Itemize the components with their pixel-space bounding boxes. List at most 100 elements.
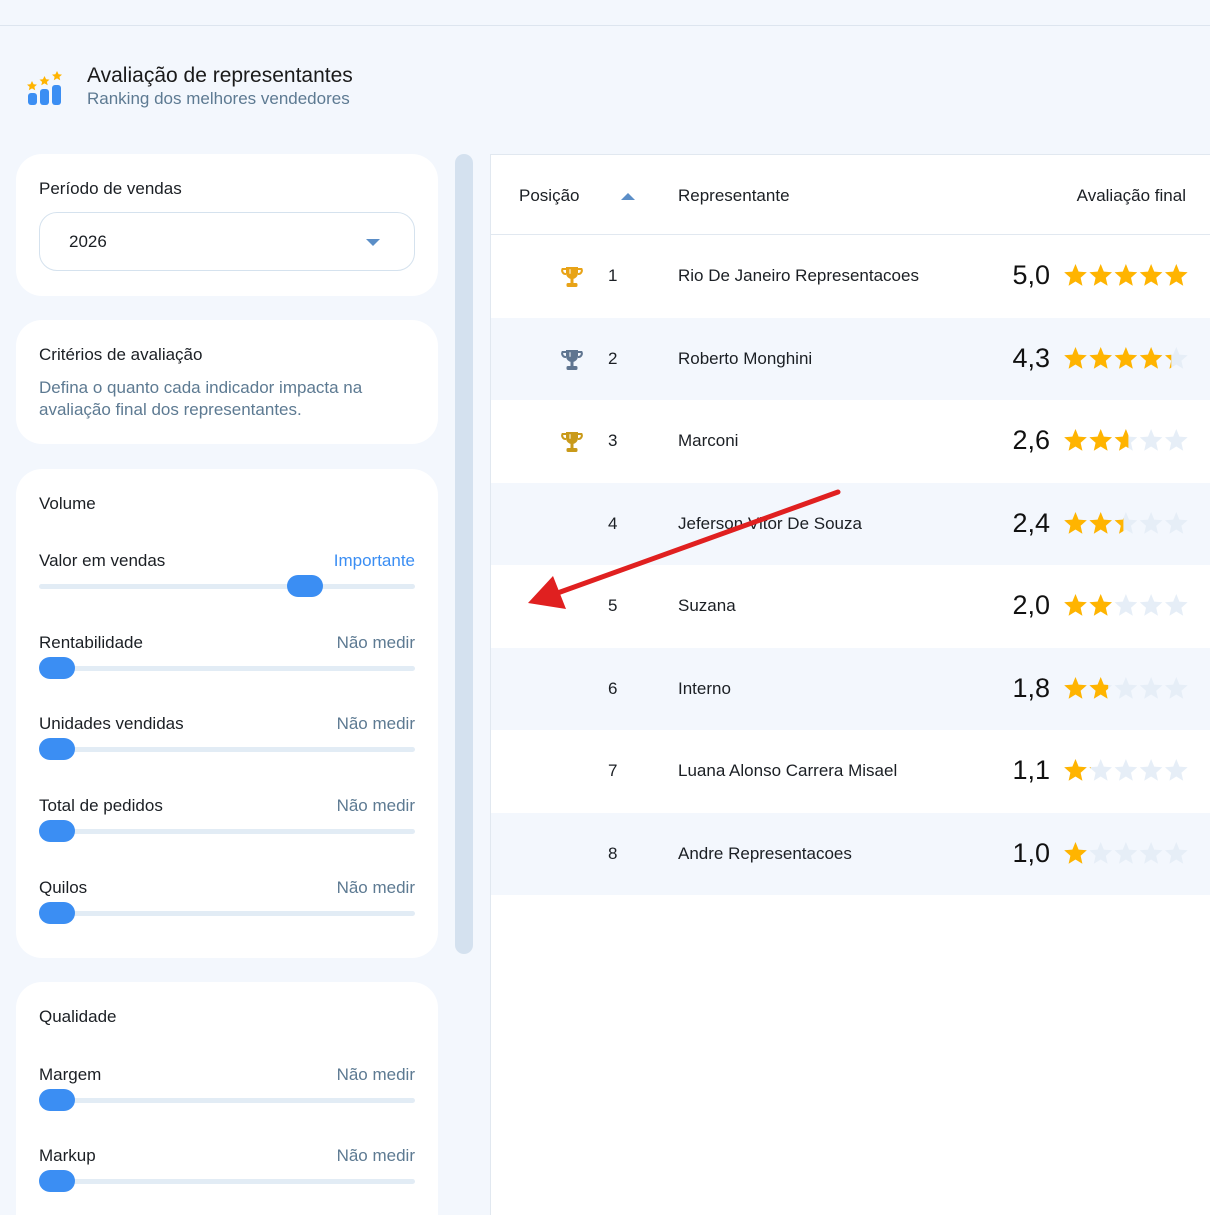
criterion-markup: Markup Não medir: [39, 1146, 415, 1192]
table-row[interactable]: 2 Roberto Monghini 4,3: [491, 317, 1210, 400]
star-icon: [1165, 594, 1188, 616]
table-row[interactable]: 8 Andre Representacoes 1,0: [491, 812, 1210, 895]
criterion-label: Total de pedidos: [39, 796, 163, 815]
star-icon: [1165, 511, 1188, 534]
slider-handle[interactable]: [39, 1089, 75, 1111]
slider-track[interactable]: [39, 666, 415, 671]
star-icon: [1089, 594, 1112, 616]
criterion-weight: Não medir: [336, 714, 415, 733]
row-position: 8: [608, 843, 618, 863]
star-icon: [1139, 841, 1163, 864]
period-label: Período de vendas: [39, 179, 182, 198]
criterion-weight: Não medir: [336, 1065, 415, 1084]
quality-card: Qualidade Margem Não medir Markup Não me…: [16, 982, 438, 1215]
star-icon: [1165, 759, 1188, 781]
star-icon: [1089, 676, 1112, 699]
ranking-stars-icon: [26, 65, 66, 109]
table-row[interactable]: 1 Rio De Janeiro Representacoes 5,0: [491, 235, 1210, 318]
criterion-label: Rentabilidade: [39, 633, 143, 652]
slider-handle[interactable]: [39, 1170, 75, 1192]
criterion-quilos: Quilos Não medir: [39, 878, 415, 924]
trophy-icon: [559, 429, 585, 455]
slider-handle[interactable]: [39, 657, 75, 679]
star-icon: [1139, 594, 1163, 616]
criterion-weight: Não medir: [336, 633, 415, 652]
star-icon: [1089, 346, 1112, 369]
row-position: 7: [608, 761, 618, 780]
star-icon: [1064, 346, 1087, 369]
slider-handle[interactable]: [39, 738, 75, 760]
criterion-valor-em-vendas: Valor em vendas Importante: [39, 551, 415, 597]
trophy-icon: [559, 347, 585, 373]
table-row[interactable]: 6 Interno 1,8: [491, 647, 1210, 730]
star-rating: [1064, 676, 1188, 699]
slider-track[interactable]: [39, 1098, 415, 1103]
slider-handle[interactable]: [39, 902, 75, 924]
quality-title: Qualidade: [39, 1007, 117, 1026]
star-rating: [1064, 594, 1188, 616]
column-header-rating[interactable]: Avaliação final: [1077, 186, 1186, 206]
row-representative-name: Suzana: [678, 596, 736, 615]
criterion-weight: Importante: [333, 551, 415, 570]
row-score: 2,6: [1012, 425, 1050, 455]
star-rating: [1064, 759, 1188, 781]
top-bar: [0, 0, 1210, 26]
criteria-title: Critérios de avaliação: [39, 345, 203, 364]
slider-handle[interactable]: [39, 820, 75, 842]
slider-track[interactable]: [39, 1179, 415, 1184]
star-icon: [1114, 346, 1138, 369]
row-score: 1,1: [1012, 755, 1050, 785]
star-icon: [1165, 346, 1188, 369]
row-position: 6: [608, 678, 618, 698]
period-value: 2026: [69, 231, 107, 251]
slider-handle[interactable]: [287, 575, 324, 597]
star-icon: [1064, 594, 1087, 616]
star-rating: [1064, 511, 1188, 534]
slider-track[interactable]: [39, 911, 415, 916]
table-row[interactable]: 7 Luana Alonso Carrera Misael 1,1: [491, 730, 1210, 813]
row-score: 1,8: [1012, 672, 1050, 703]
star-icon: [1165, 841, 1188, 864]
row-representative-name: Luana Alonso Carrera Misael: [678, 761, 898, 780]
period-select[interactable]: 2026: [39, 212, 415, 271]
star-rating: [1064, 841, 1188, 864]
slider-track[interactable]: [39, 747, 415, 752]
star-icon: [1064, 841, 1087, 864]
criterion-rentabilidade: Rentabilidade Não medir: [39, 633, 415, 679]
criterion-total-de-pedidos: Total de pedidos Não medir: [39, 796, 415, 842]
row-position: 4: [608, 513, 618, 533]
row-position: 1: [608, 266, 618, 285]
row-representative-name: Roberto Monghini: [678, 348, 813, 368]
table-row[interactable]: 5 Suzana 2,0: [491, 565, 1210, 648]
table-body: 1 Rio De Janeiro Representacoes 5,0 2 Rober…: [491, 235, 1210, 895]
chevron-down-icon: [366, 239, 380, 246]
table-row[interactable]: 4 Jeferson Vitor De Souza 2,4: [491, 482, 1210, 565]
row-score: 1,0: [1012, 837, 1050, 868]
star-icon: [1114, 511, 1138, 534]
star-icon: [1064, 759, 1087, 781]
table-row[interactable]: 3 Marconi 2,6: [491, 400, 1210, 483]
ranking-table: Posição Representante Avaliação final 1 R…: [490, 154, 1210, 1215]
slider-track[interactable]: [39, 829, 415, 834]
page-header: Avaliação de representantes Ranking dos …: [26, 64, 353, 110]
sort-ascending-icon[interactable]: [621, 193, 635, 200]
row-representative-name: Rio De Janeiro Representacoes: [678, 266, 919, 285]
star-icon: [1089, 841, 1112, 864]
criterion-unidades-vendidas: Unidades vendidas Não medir: [39, 714, 415, 760]
row-score: 5,0: [1012, 260, 1050, 290]
star-icon: [1165, 264, 1188, 286]
slider-track[interactable]: [39, 584, 415, 589]
row-position: 3: [608, 431, 618, 450]
criterion-weight: Não medir: [336, 1146, 415, 1165]
volume-card: Volume Valor em vendas Importante Rentab…: [16, 469, 438, 958]
page-subtitle: Ranking dos melhores vendedores: [87, 89, 350, 108]
star-icon: [1064, 511, 1087, 534]
row-score: 2,4: [1012, 507, 1050, 538]
row-position: 2: [608, 348, 618, 368]
star-icon: [1139, 676, 1163, 699]
column-header-position[interactable]: Posição: [519, 186, 579, 206]
left-panel-scrollbar[interactable]: [455, 154, 473, 954]
period-card: Período de vendas 2026: [16, 154, 438, 296]
star-icon: [1064, 676, 1087, 699]
column-header-representative[interactable]: Representante: [678, 186, 790, 206]
